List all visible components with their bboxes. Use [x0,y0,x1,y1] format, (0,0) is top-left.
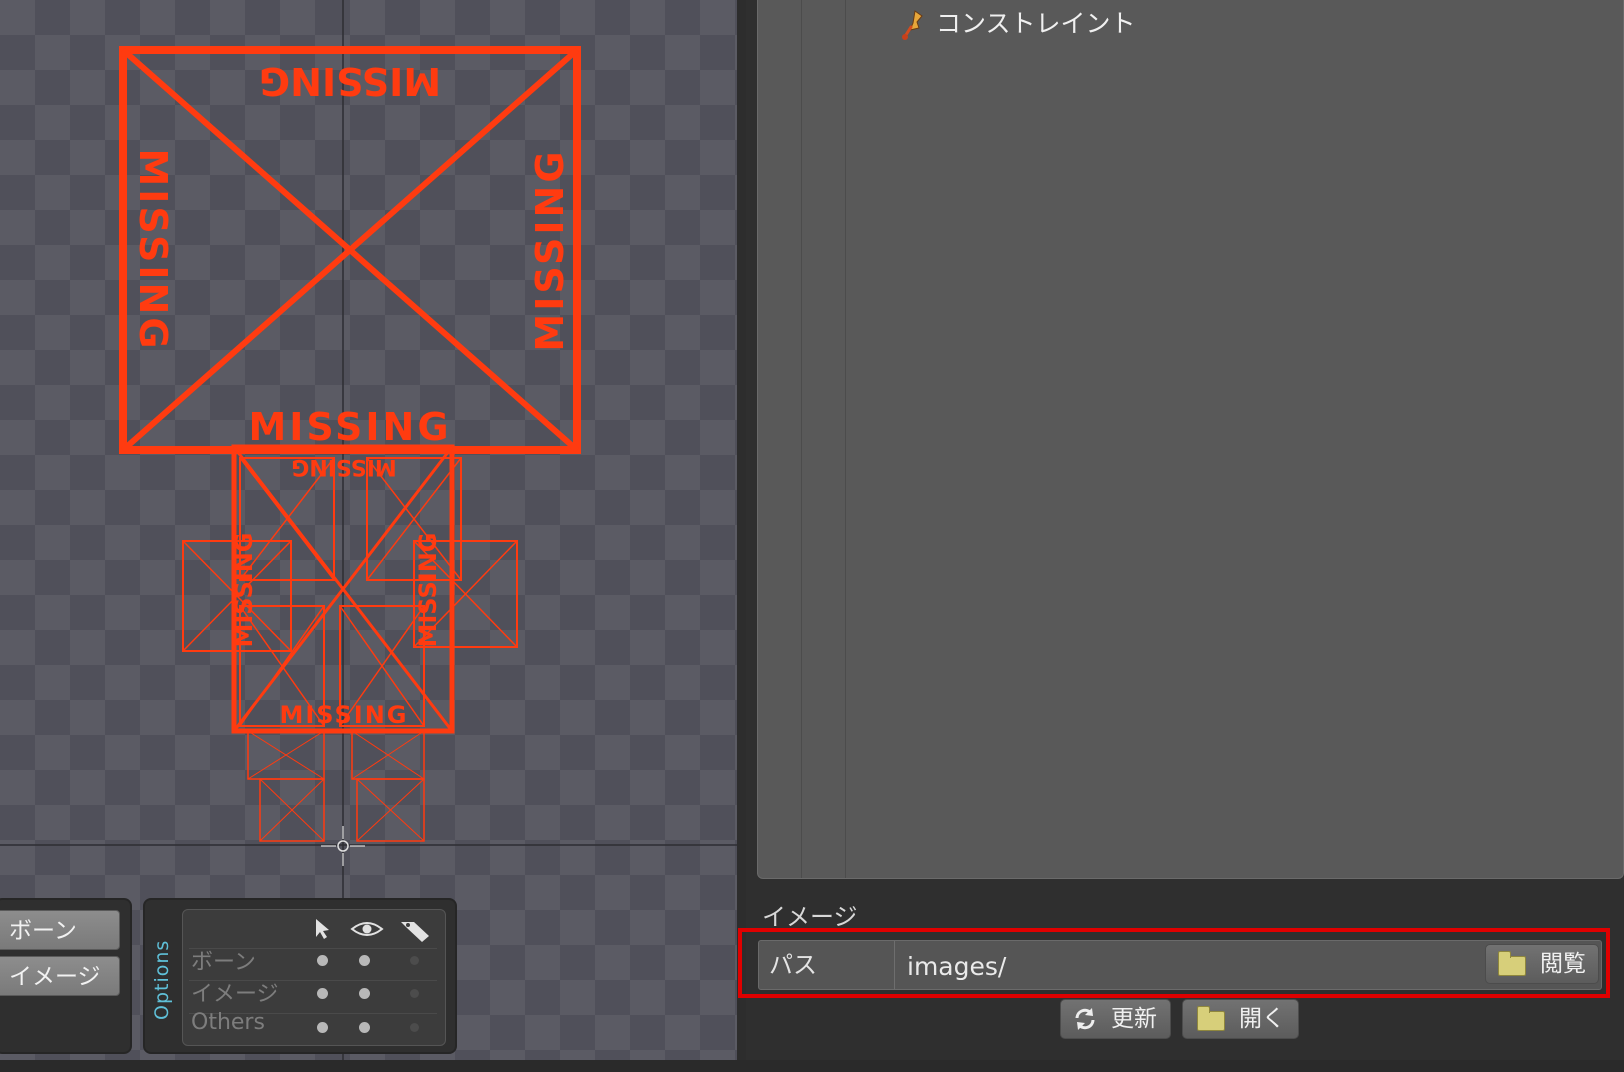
open-button[interactable]: 開く [1182,999,1299,1039]
tag-icon[interactable] [398,917,432,943]
hierarchy-tree[interactable] [757,0,1624,879]
missing-text-body: MISSING [279,701,408,729]
folder-icon [1197,1006,1225,1031]
missing-text-top: MISSING [259,59,441,103]
options-panel: Options ボーン イメージ Others [143,898,457,1054]
missing-text-right: MISSING [528,148,572,351]
bones-visible-toggle[interactable] [359,955,370,966]
bones-tag-toggle[interactable] [410,956,419,965]
options-grid: ボーン イメージ Others [182,909,446,1046]
viewport[interactable]: MISSING MISSING MISSING MISSING MISSING … [0,0,737,1072]
tree-guide-line [845,0,846,878]
refresh-button[interactable]: 更新 [1060,999,1171,1039]
missing-image-head [119,46,581,454]
open-button-label: 開く [1239,1006,1285,1032]
browse-button[interactable]: 閲覧 [1485,944,1599,984]
path-row: パス 閲覧 [758,940,1602,990]
option-row-images: イメージ [191,982,279,1007]
others-tag-toggle[interactable] [410,1023,419,1032]
path-input[interactable] [905,945,1449,987]
visibility-eye-icon[interactable] [350,917,384,941]
panel-splitter[interactable] [737,0,746,1072]
images-visible-toggle[interactable] [359,988,370,999]
missing-text-body-top: MISSING [291,454,396,479]
tree-node-label: コンストレイント [936,9,1136,38]
images-tag-toggle[interactable] [410,989,419,998]
path-label: パス [759,941,895,989]
images-select-toggle[interactable] [317,988,328,999]
tree-guide-line [801,0,802,878]
others-select-toggle[interactable] [317,1022,328,1033]
browse-button-label: 閲覧 [1540,951,1586,977]
bones-select-toggle[interactable] [317,955,328,966]
folder-icon [1498,951,1526,976]
missing-text-body-left: MISSING [230,532,258,647]
status-strip [0,1060,1624,1072]
refresh-button-label: 更新 [1111,1006,1157,1032]
options-title: Options [151,939,173,1020]
option-row-bones: ボーン [191,950,256,975]
pin-constraint-icon [902,10,923,40]
option-row-others: Others [191,1010,265,1035]
image-section-title: イメージ [762,903,858,931]
bones-toggle-button[interactable]: ボーン [0,910,120,950]
refresh-icon [1075,1008,1095,1030]
missing-text-body-right: MISSING [414,532,442,647]
missing-text-left: MISSING [131,148,175,351]
mode-panel: ボーン イメージ [0,898,132,1054]
missing-text-bottom: MISSING [248,405,451,449]
select-cursor-icon[interactable] [311,917,333,941]
images-toggle-button[interactable]: イメージ [0,956,120,996]
others-visible-toggle[interactable] [359,1022,370,1033]
